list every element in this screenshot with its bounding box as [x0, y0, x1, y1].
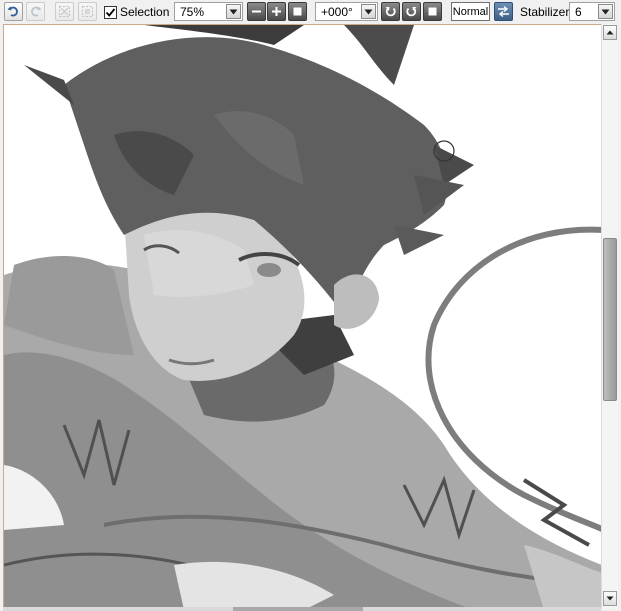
chevron-down-icon [601, 9, 610, 14]
selection-checkbox[interactable] [104, 5, 117, 19]
invert-selection-button[interactable] [78, 2, 97, 21]
vertical-scrollbar[interactable] [601, 24, 618, 609]
invert-selection-icon [82, 6, 93, 17]
undo-icon [7, 6, 18, 17]
undo-button[interactable] [4, 2, 23, 21]
drawing-canvas[interactable] [3, 24, 601, 609]
stabilizer-value: 6 [575, 5, 582, 19]
zoom-reset-button[interactable] [288, 2, 307, 21]
rotate-left-icon [385, 7, 396, 17]
stabilizer-select[interactable]: 6 [569, 2, 615, 21]
zoom-in-button[interactable] [267, 2, 286, 21]
horizontal-scroll-thumb[interactable] [233, 607, 363, 611]
square-icon [428, 7, 437, 16]
selection-toggle[interactable]: Selection [104, 3, 169, 21]
blend-mode-button[interactable]: Normal [451, 2, 490, 21]
plus-icon [272, 7, 281, 16]
chevron-up-icon [606, 30, 614, 35]
zoom-select[interactable]: 75% [174, 2, 243, 21]
scroll-down-button[interactable] [603, 591, 617, 606]
rotation-reset-button[interactable] [423, 2, 442, 21]
chevron-down-icon [606, 596, 614, 601]
chevron-down-icon [229, 9, 238, 14]
rotate-right-icon [406, 7, 417, 17]
deselect-icon [59, 6, 70, 17]
flip-horizontal-button[interactable] [494, 2, 513, 21]
rotate-right-button[interactable] [402, 2, 421, 21]
illustration [4, 25, 601, 609]
rotation-value: +000° [321, 5, 353, 19]
scroll-up-button[interactable] [603, 25, 617, 40]
toolbar: Selection 75% +000° Normal Stabilizer 6 [0, 0, 621, 24]
minus-icon [252, 10, 261, 13]
redo-icon [31, 6, 42, 17]
rotation-select[interactable]: +000° [315, 2, 378, 21]
selection-label: Selection [120, 5, 170, 19]
checkmark-icon [105, 7, 116, 17]
stabilizer-dropdown-button[interactable] [598, 4, 613, 19]
zoom-out-button[interactable] [247, 2, 266, 21]
scroll-thumb[interactable] [603, 238, 617, 401]
zoom-dropdown-button[interactable] [226, 4, 241, 19]
rotate-left-button[interactable] [381, 2, 400, 21]
zoom-value: 75% [180, 5, 205, 19]
deselect-button[interactable] [55, 2, 74, 21]
flip-horizontal-icon [498, 5, 509, 18]
rotation-dropdown-button[interactable] [361, 4, 376, 19]
horizontal-scrollbar[interactable] [3, 607, 601, 611]
stabilizer-label: Stabilizer [520, 5, 570, 19]
redo-button[interactable] [26, 2, 45, 21]
chevron-down-icon [364, 9, 373, 14]
square-icon [293, 7, 302, 16]
